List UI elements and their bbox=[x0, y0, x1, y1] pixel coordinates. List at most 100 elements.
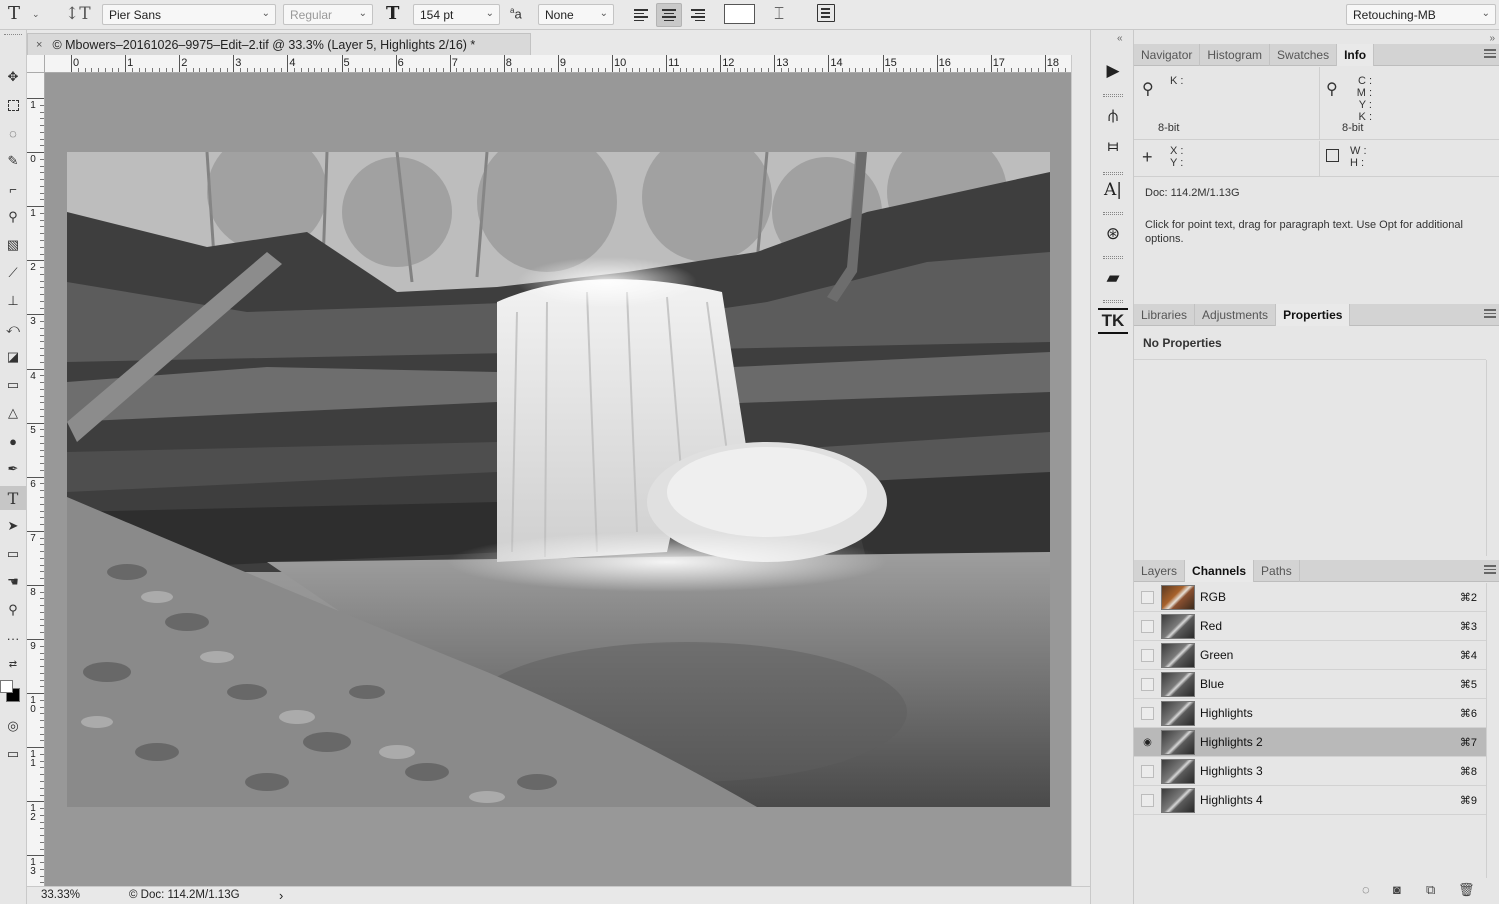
more-tools-icon[interactable]: ··· bbox=[0, 626, 26, 650]
character-panel-icon[interactable]: A| bbox=[1098, 176, 1128, 204]
font-size-select[interactable]: 154 pt ⌄ bbox=[413, 4, 500, 25]
tab-channels[interactable]: Channels bbox=[1185, 560, 1255, 582]
zoom-level[interactable]: 33.33% bbox=[41, 889, 80, 901]
type-tool-icon[interactable]: T bbox=[8, 3, 20, 24]
panel-menu-icon[interactable] bbox=[1484, 309, 1496, 318]
history-brush-tool-icon[interactable]: ⤺ bbox=[0, 317, 26, 341]
channel-row[interactable]: Green ⌘4 bbox=[1134, 641, 1486, 670]
text-orientation-icon[interactable]: ↕T bbox=[65, 4, 91, 24]
marquee-tool-icon[interactable] bbox=[0, 93, 26, 117]
antialias-select[interactable]: None ⌄ bbox=[538, 4, 614, 25]
eye-icon[interactable]: ◉ bbox=[1141, 736, 1154, 749]
panel-menu-icon[interactable] bbox=[1484, 565, 1496, 574]
ruler-origin[interactable] bbox=[27, 55, 45, 73]
move-tool-icon[interactable]: ✥ bbox=[0, 65, 26, 89]
adjustments-sliders-icon[interactable]: ⧦ bbox=[1098, 132, 1128, 160]
align-right-button[interactable] bbox=[685, 3, 711, 27]
canvas-vertical-scrollbar[interactable] bbox=[1071, 55, 1090, 886]
font-style-select[interactable]: Regular ⌄ bbox=[283, 4, 373, 25]
delete-channel-icon[interactable]: 🗑 bbox=[1458, 882, 1475, 898]
text-color-swatch[interactable] bbox=[724, 4, 755, 24]
pen-tool-icon[interactable]: ✒ bbox=[0, 457, 26, 481]
channel-row[interactable]: Highlights ⌘6 bbox=[1134, 699, 1486, 728]
gradient-tool-icon[interactable]: ▭ bbox=[0, 373, 26, 397]
document-tab[interactable]: × © Mbowers–20161026–9975–Edit–2.tif @ 3… bbox=[27, 33, 531, 55]
visibility-toggle[interactable] bbox=[1141, 590, 1154, 604]
quick-selection-tool-icon[interactable]: ✎ bbox=[0, 149, 26, 173]
vertical-ruler[interactable]: 101234567891 01 11 21 3 bbox=[27, 73, 45, 886]
healing-brush-tool-icon[interactable]: ▧ bbox=[0, 233, 26, 257]
swap-colors-icon[interactable]: ⇄ bbox=[0, 652, 26, 676]
folder-history-icon[interactable]: ▰ bbox=[1098, 264, 1128, 292]
tab-properties[interactable]: Properties bbox=[1276, 304, 1351, 326]
dock-grip[interactable] bbox=[1103, 94, 1123, 97]
channel-row[interactable]: Highlights 4 ⌘9 bbox=[1134, 786, 1486, 815]
panel-menu-icon[interactable] bbox=[1484, 49, 1496, 58]
ruler-subtick bbox=[40, 794, 44, 796]
visibility-toggle[interactable] bbox=[1141, 706, 1154, 720]
tab-navigator[interactable]: Navigator bbox=[1134, 44, 1201, 66]
tab-info[interactable]: Info bbox=[1337, 44, 1375, 66]
toolbar-grip[interactable] bbox=[4, 34, 22, 36]
align-center-button[interactable] bbox=[656, 3, 682, 27]
dodge-tool-icon[interactable]: ● bbox=[0, 429, 26, 453]
tool-preset-chevron-icon[interactable]: ⌄ bbox=[32, 9, 40, 20]
tab-adjustments[interactable]: Adjustments bbox=[1195, 304, 1277, 326]
save-selection-channel-icon[interactable]: ◙ bbox=[1393, 882, 1401, 897]
new-channel-icon[interactable]: ⧉ bbox=[1426, 882, 1435, 898]
ruler-subtick bbox=[388, 68, 390, 72]
quick-mask-icon[interactable]: ◎ bbox=[0, 714, 26, 738]
tab-layers[interactable]: Layers bbox=[1134, 560, 1186, 582]
foreground-color-swatch[interactable] bbox=[0, 680, 13, 693]
tab-swatches[interactable]: Swatches bbox=[1270, 44, 1338, 66]
visibility-toggle[interactable] bbox=[1141, 764, 1154, 778]
collapse-panels-icon[interactable]: » bbox=[1489, 33, 1495, 44]
channel-row[interactable]: Highlights 3 ⌘8 bbox=[1134, 757, 1486, 786]
color-range-icon[interactable]: ⊛ bbox=[1098, 220, 1128, 248]
visibility-toggle[interactable] bbox=[1141, 648, 1154, 662]
visibility-toggle[interactable] bbox=[1141, 619, 1154, 633]
brush-presets-icon[interactable]: ⫛ bbox=[1098, 102, 1128, 130]
channel-row[interactable]: ◉ Highlights 2 ⌘7 bbox=[1134, 728, 1486, 757]
warp-text-icon[interactable]: ⌶ bbox=[774, 4, 784, 24]
align-left-button[interactable] bbox=[628, 3, 654, 27]
tk-panel-icon[interactable]: TK bbox=[1098, 308, 1128, 334]
dock-grip[interactable] bbox=[1103, 172, 1123, 175]
visibility-toggle[interactable] bbox=[1141, 677, 1154, 691]
channel-row[interactable]: RGB ⌘2 bbox=[1134, 583, 1486, 612]
eyedropper-tool-icon[interactable]: ⚲ bbox=[0, 205, 26, 229]
tab-libraries[interactable]: Libraries bbox=[1134, 304, 1196, 326]
workspace-select[interactable]: Retouching-MB ⌄ bbox=[1346, 4, 1496, 25]
channel-row[interactable]: Red ⌘3 bbox=[1134, 612, 1486, 641]
character-paragraph-panel-icon[interactable] bbox=[817, 4, 835, 22]
close-tab-icon[interactable]: × bbox=[36, 39, 42, 51]
brush-tool-icon[interactable]: ⟋ bbox=[0, 261, 26, 285]
properties-scrollbar[interactable] bbox=[1486, 360, 1499, 556]
rectangle-tool-icon[interactable]: ▭ bbox=[0, 542, 26, 566]
clone-stamp-tool-icon[interactable]: ⊥ bbox=[0, 289, 26, 313]
lasso-tool-icon[interactable]: ◌ bbox=[0, 121, 26, 145]
font-family-select[interactable]: Pier Sans ⌄ bbox=[102, 4, 276, 25]
canvas-image[interactable] bbox=[67, 152, 1050, 807]
status-menu-arrow-icon[interactable]: › bbox=[279, 888, 283, 903]
zoom-tool-icon[interactable]: ⚲ bbox=[0, 598, 26, 622]
blur-tool-icon[interactable]: △ bbox=[0, 401, 26, 425]
crop-tool-icon[interactable]: ⌐ bbox=[0, 177, 26, 201]
tab-paths[interactable]: Paths bbox=[1254, 560, 1300, 582]
horizontal-ruler[interactable]: 0 1 2 3 4 5 6 7 8 9 10 11 12 13 14 15 16 17 18 bbox=[45, 55, 1071, 73]
visibility-toggle[interactable] bbox=[1141, 793, 1154, 807]
collapse-dock-icon[interactable]: « bbox=[1117, 33, 1123, 44]
dock-grip[interactable] bbox=[1103, 300, 1123, 303]
type-tool-active-icon[interactable]: T bbox=[0, 486, 26, 510]
load-channel-selection-icon[interactable]: ◌ bbox=[1362, 882, 1370, 897]
actions-play-icon[interactable]: ▶ bbox=[1098, 57, 1128, 85]
channels-scrollbar[interactable] bbox=[1486, 583, 1499, 878]
eraser-tool-icon[interactable]: ◪ bbox=[0, 345, 26, 369]
dock-grip[interactable] bbox=[1103, 256, 1123, 259]
path-selection-tool-icon[interactable]: ➤ bbox=[0, 514, 26, 538]
screen-mode-icon[interactable]: ▭ bbox=[0, 742, 26, 766]
channel-row[interactable]: Blue ⌘5 bbox=[1134, 670, 1486, 699]
hand-tool-icon[interactable]: ☚ bbox=[0, 570, 26, 594]
dock-grip[interactable] bbox=[1103, 212, 1123, 215]
tab-histogram[interactable]: Histogram bbox=[1200, 44, 1271, 66]
